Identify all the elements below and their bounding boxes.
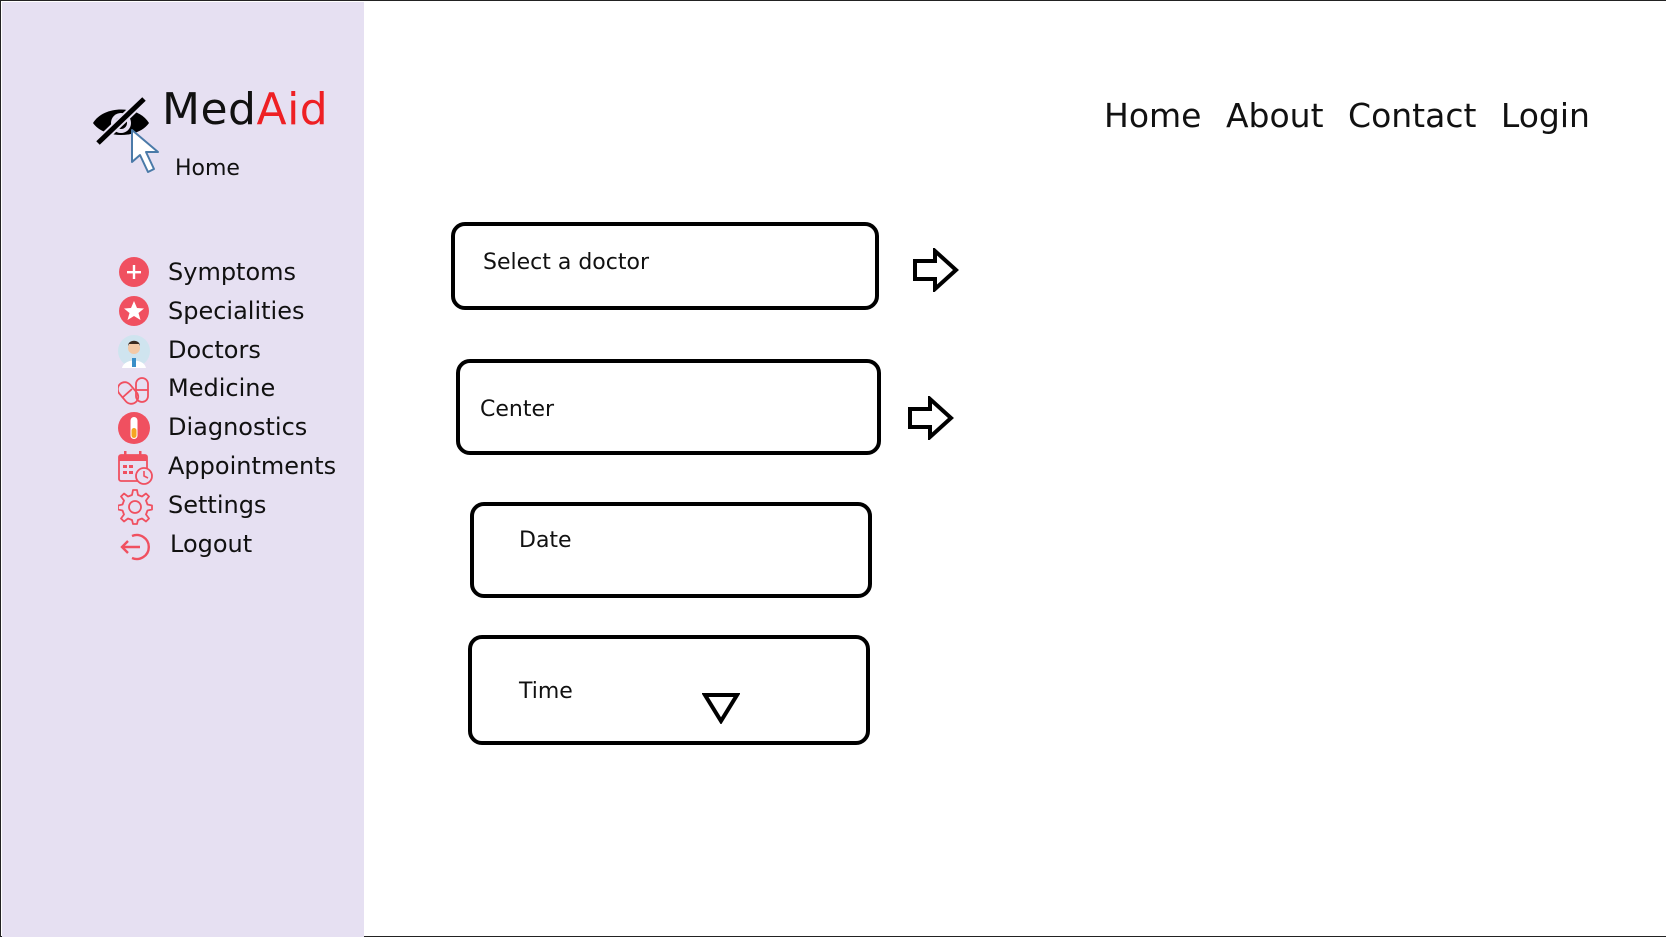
test-tube-icon: [118, 412, 150, 444]
nav-contact-link[interactable]: Contact: [1348, 96, 1476, 135]
logout-icon: [120, 533, 150, 561]
center-field[interactable]: Center: [456, 359, 881, 455]
date-field[interactable]: Date: [470, 502, 872, 598]
nav-about-link[interactable]: About: [1226, 96, 1324, 135]
gear-icon: [118, 489, 153, 525]
calendar-clock-icon: [118, 451, 153, 485]
chevron-down-icon[interactable]: [702, 692, 740, 724]
sidebar-item-label: Doctors: [168, 336, 261, 364]
doctor-avatar-icon: [118, 335, 150, 368]
star-badge-icon: [119, 296, 149, 326]
sidebar: MedAid Home Symptoms Specialities Doctor…: [2, 2, 364, 937]
nav-home-link[interactable]: Home: [1104, 96, 1201, 135]
sidebar-item-medicine[interactable]: Medicine: [118, 372, 358, 408]
sidebar-item-specialities[interactable]: Specialities: [118, 295, 358, 331]
sidebar-item-label: Medicine: [168, 374, 276, 402]
time-select[interactable]: Time: [468, 635, 870, 745]
sidebar-item-appointments[interactable]: Appointments: [118, 450, 358, 486]
sidebar-item-label: Specialities: [168, 297, 305, 325]
sidebar-item-logout[interactable]: Logout: [118, 528, 358, 564]
pills-icon: [118, 377, 149, 405]
home-subtitle-link[interactable]: Home: [175, 156, 240, 181]
select-doctor-label: Select a doctor: [483, 250, 649, 275]
time-label: Time: [519, 679, 573, 704]
date-label: Date: [519, 528, 572, 553]
sidebar-item-label: Settings: [168, 491, 267, 519]
sidebar-item-label: Appointments: [168, 452, 337, 480]
sidebar-item-doctors[interactable]: Doctors: [118, 334, 358, 370]
sidebar-item-settings[interactable]: Settings: [118, 489, 358, 525]
plus-circle-icon: [119, 257, 149, 287]
top-navigation: Home About Contact Login: [1104, 96, 1604, 135]
center-label: Center: [480, 397, 555, 422]
brand-name-part2: Aid: [256, 84, 329, 135]
sidebar-item-label: Symptoms: [168, 258, 297, 286]
sidebar-item-symptoms[interactable]: Symptoms: [118, 256, 358, 292]
sidebar-item-diagnostics[interactable]: Diagnostics: [118, 411, 358, 447]
sidebar-item-label: Logout: [170, 530, 253, 558]
doctor-next-arrow-icon[interactable]: [912, 248, 960, 292]
center-next-arrow-icon[interactable]: [907, 396, 955, 440]
brand-title[interactable]: MedAid: [162, 84, 328, 135]
mouse-cursor-icon: [131, 129, 159, 173]
nav-login-link[interactable]: Login: [1501, 96, 1590, 135]
select-doctor-field[interactable]: Select a doctor: [451, 222, 879, 310]
sidebar-item-label: Diagnostics: [168, 413, 308, 441]
